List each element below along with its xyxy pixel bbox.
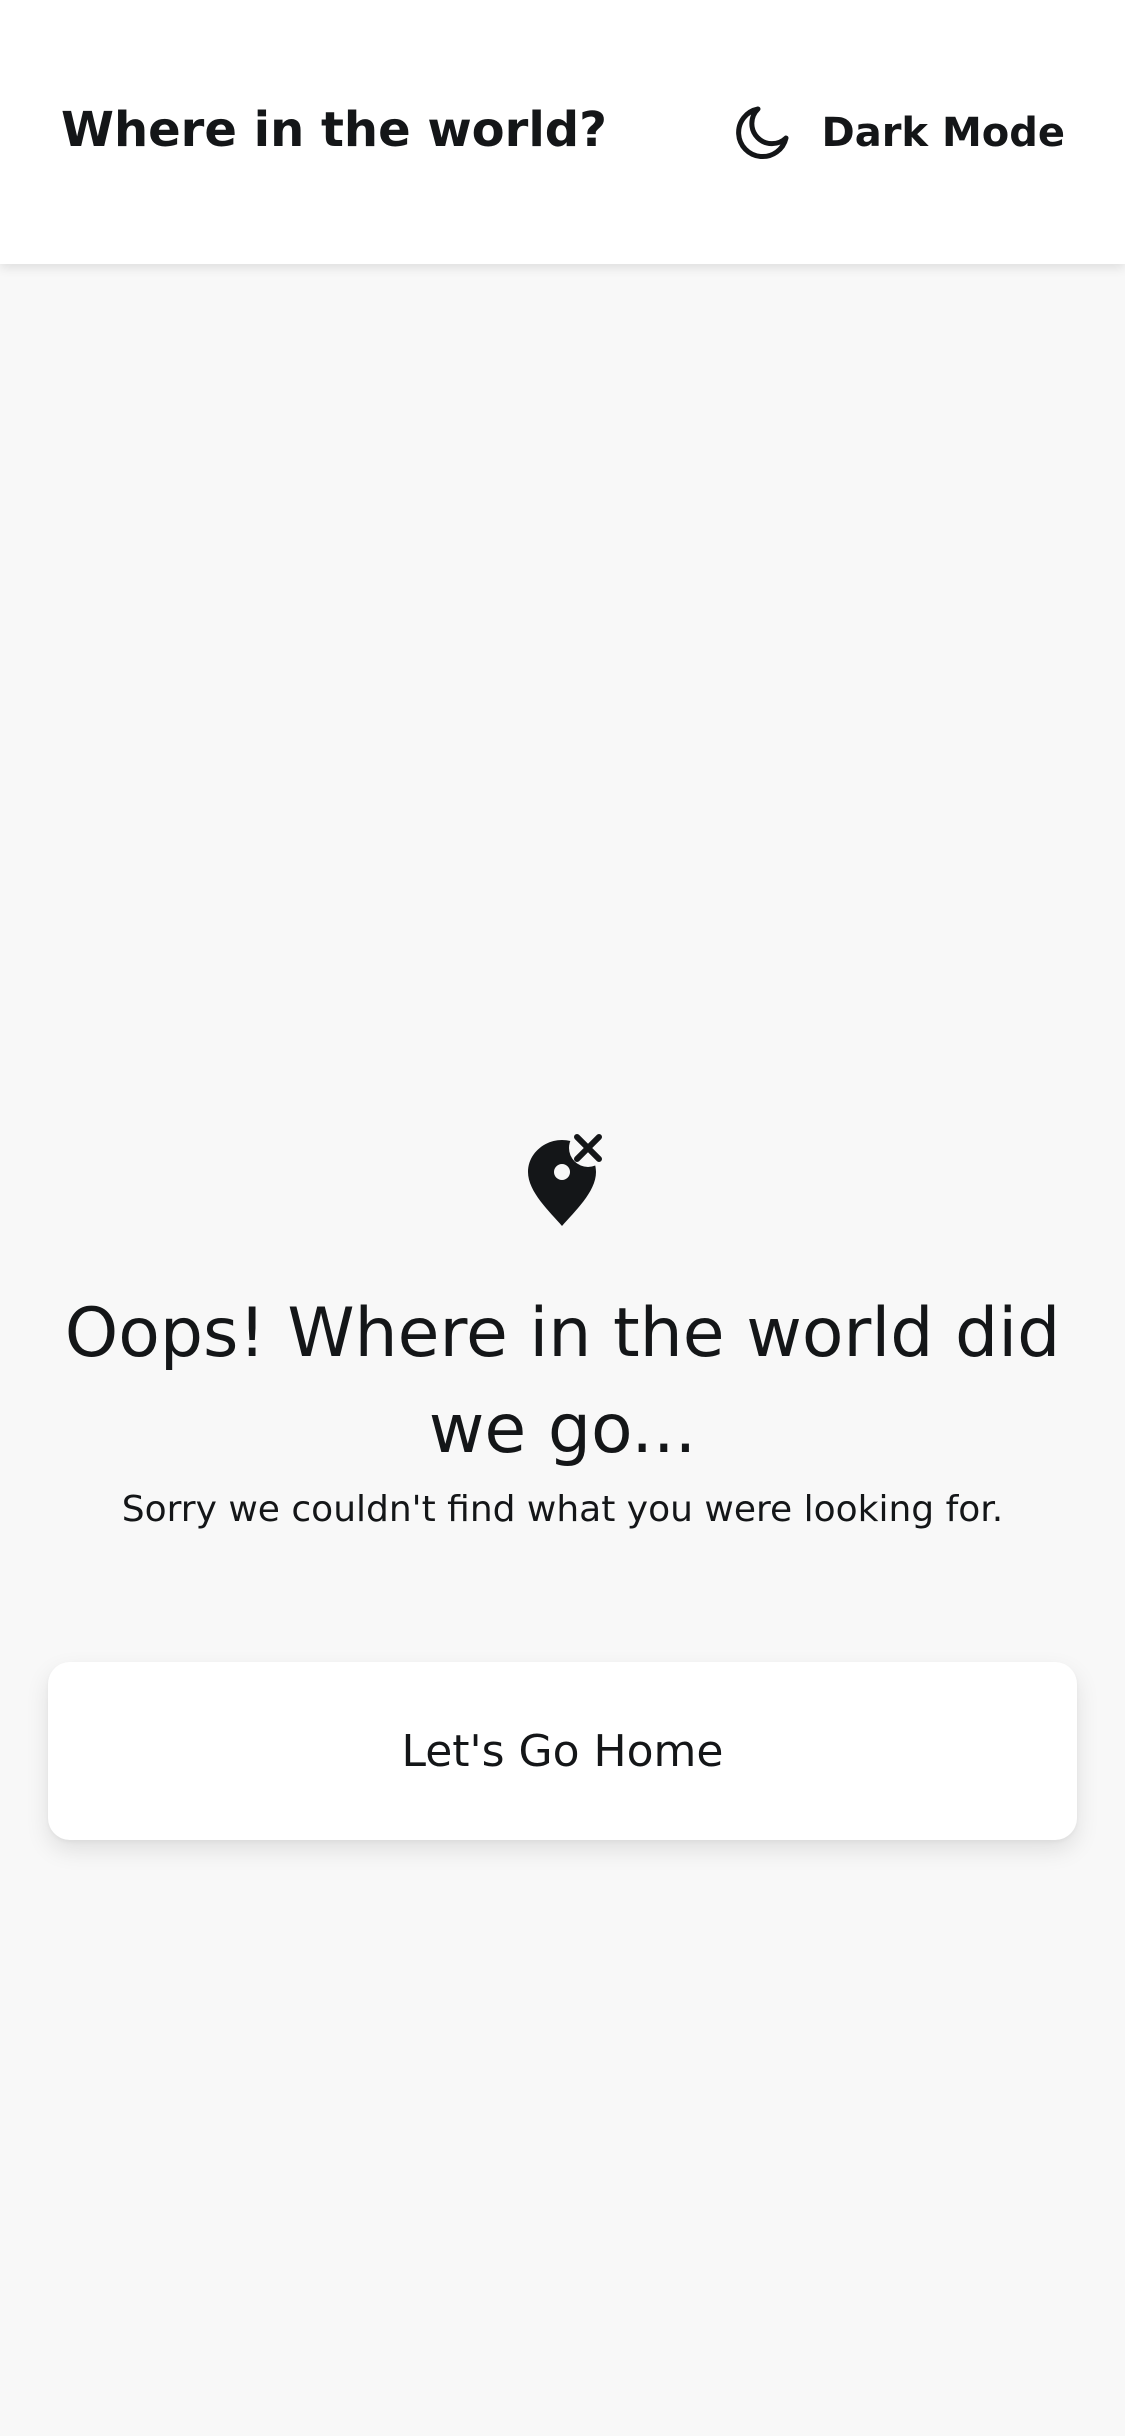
app-header: Where in the world? Dark Mode <box>0 0 1125 264</box>
app-title: Where in the world? <box>61 102 607 158</box>
error-title: Oops! Where in the world did we go... <box>64 1294 1061 1469</box>
go-home-button[interactable]: Let's Go Home <box>48 1662 1077 1840</box>
error-subtitle: Sorry we couldn't find what you were loo… <box>121 1489 1004 1530</box>
dark-mode-toggle[interactable]: Dark Mode <box>732 98 1066 168</box>
map-pin-off-icon <box>528 1129 607 1226</box>
moon-icon <box>735 106 788 160</box>
dark-mode-label: Dark Mode <box>821 110 1066 156</box>
